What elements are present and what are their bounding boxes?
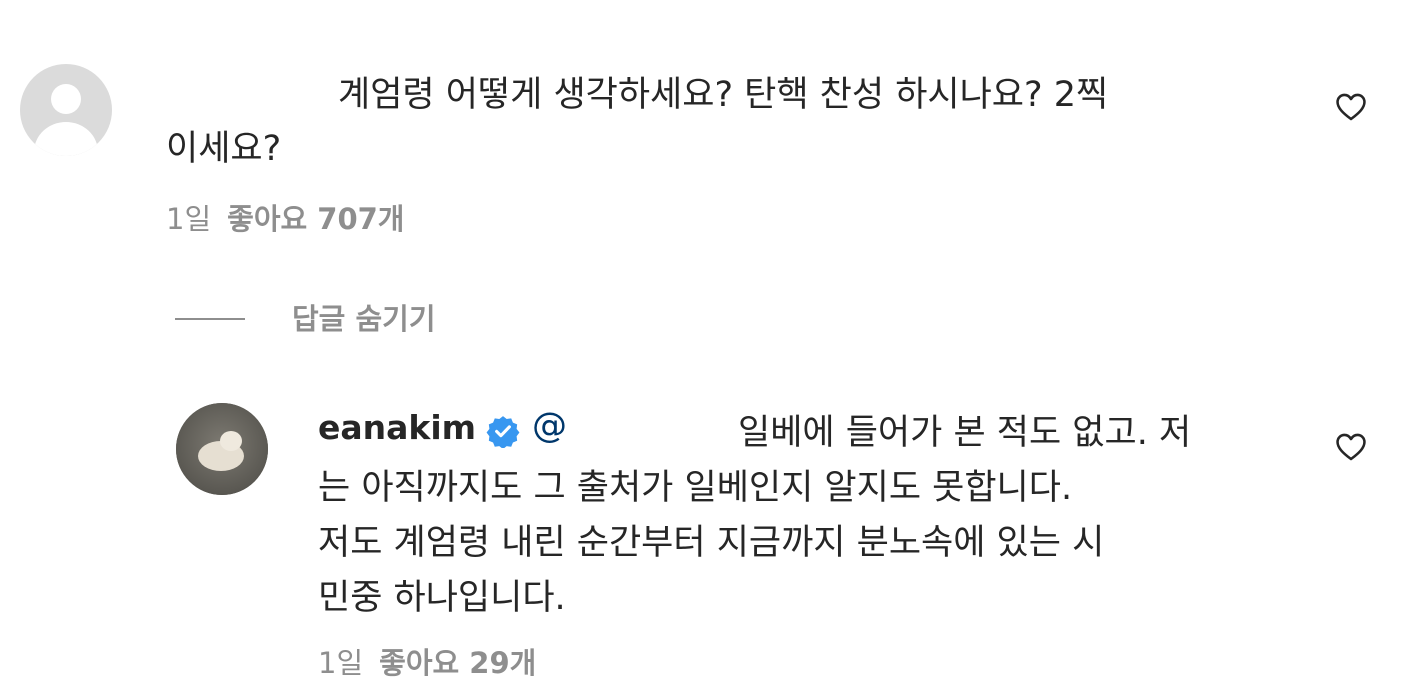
- verified-badge-icon: [486, 416, 520, 448]
- comment-text-line-1: 계엄령 어떻게 생각하세요? 탄핵 찬성 하시나요? 2찍: [338, 75, 1109, 115]
- replies-divider-line: [175, 318, 245, 320]
- reply-text-line-4: 민중 하나입니다.: [318, 578, 566, 618]
- comment-meta: 1일 좋아요 707개: [166, 196, 405, 238]
- reply-likes[interactable]: 좋아요 29개: [379, 646, 536, 680]
- hide-replies-button[interactable]: 답글 숨기기: [292, 296, 436, 338]
- reply-avatar[interactable]: [176, 403, 268, 495]
- heart-outline-icon[interactable]: [1334, 90, 1368, 124]
- reply-time[interactable]: 1일: [318, 646, 363, 680]
- reply-mention[interactable]: @: [532, 406, 567, 446]
- comment-time[interactable]: 1일: [166, 202, 211, 236]
- comment-text-line-2: 이세요?: [166, 129, 282, 169]
- reply-text-line-2: 는 아직까지도 그 출처가 일베인지 알지도 못합니다.: [318, 468, 1073, 508]
- heart-outline-icon[interactable]: [1334, 430, 1368, 464]
- comment-likes[interactable]: 좋아요 707개: [227, 202, 404, 236]
- reply-text-line-1: 일베에 들어가 본 적도 없고. 저: [738, 413, 1192, 453]
- reply-text-line-3: 저도 계엄령 내린 순간부터 지금까지 분노속에 있는 시: [318, 523, 1105, 563]
- reply-meta: 1일 좋아요 29개: [318, 640, 536, 682]
- reply-username[interactable]: eanakim: [318, 408, 476, 447]
- default-avatar-icon[interactable]: [20, 64, 112, 156]
